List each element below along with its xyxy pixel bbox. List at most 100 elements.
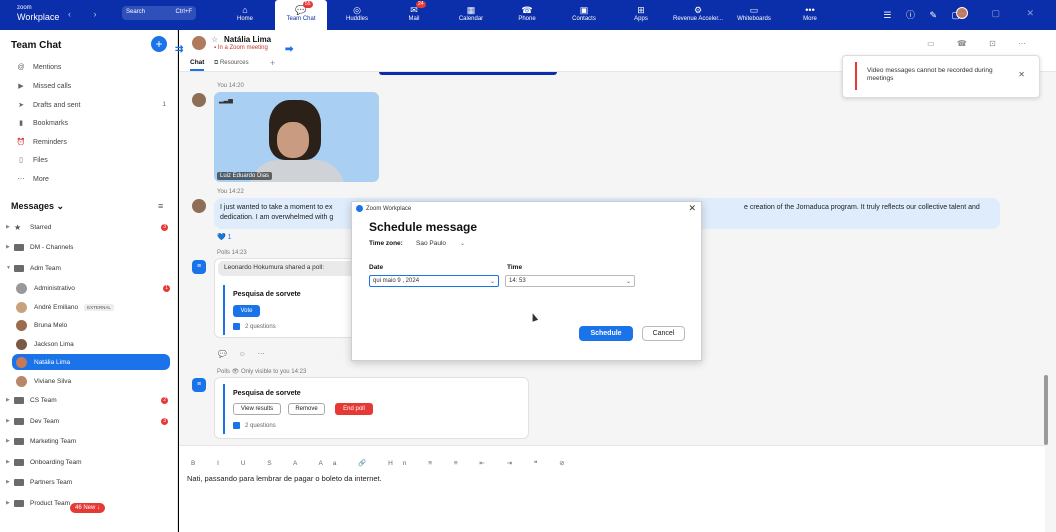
sidebar-item-icon: ➤ [18, 102, 24, 109]
timezone-select[interactable]: Sao Paulo [416, 240, 446, 247]
nav-label: More [803, 16, 817, 22]
nav-tab-contacts[interactable]: ▣ Contacts [558, 0, 610, 30]
sidebar-item-label: Bookmarks [33, 119, 69, 127]
person-label: Viviane Silva [34, 377, 72, 385]
logo-big: Workplace [17, 12, 60, 22]
nav-tab-calendar[interactable]: ▦ Calendar [445, 0, 497, 30]
avatar[interactable] [192, 93, 206, 107]
nav-tab-apps[interactable]: ⊞ Apps [615, 0, 667, 30]
schedule-button[interactable]: Schedule [579, 326, 633, 341]
reaction-badge[interactable]: 💙 1 [217, 233, 232, 241]
nav-tab-mail[interactable]: ✉ Mail 24 [388, 0, 440, 30]
caret-icon: ▶ [6, 397, 10, 403]
tree-item-onboarding-team[interactable]: ▶ Onboarding Team [6, 455, 168, 469]
avatar [16, 319, 27, 331]
person-administrativo[interactable]: Administrativo 1 [12, 280, 170, 296]
date-picker[interactable]: qui maio 9 , 2024 ⌄ [369, 275, 499, 287]
sidebar-item-more[interactable]: ⋯ More [16, 175, 166, 184]
star-icon[interactable]: ☆ [211, 35, 218, 44]
poll-icon: ≡ [192, 378, 206, 392]
poll-accent-bar [223, 285, 225, 335]
nav-tab-whiteboards[interactable]: ▭ Whiteboards [728, 0, 780, 30]
sidebar-item-files[interactable]: ▯ Files [16, 156, 166, 165]
sidebar-item-missed-calls[interactable]: ▶ Missed calls [16, 82, 166, 91]
end-poll-button[interactable]: End poll [335, 403, 373, 415]
top-bar: zoom Workplace ‹ › Search Ctrl+F ⌂ Home 💬 T… [0, 0, 1056, 30]
cancel-button[interactable]: Cancel [642, 326, 685, 341]
close-icon[interactable]: ✕ [688, 203, 696, 214]
add-tab-button[interactable]: + [270, 58, 275, 68]
folder-icon [14, 499, 24, 507]
nav-icon: ✉ [410, 5, 418, 15]
video-message[interactable]: ▂▃▅ Luiz Eduardo Dias [214, 92, 379, 182]
new-messages-pill[interactable]: 46 New ↓ [70, 503, 106, 513]
tab-resources[interactable]: ⧉ Resources [214, 60, 249, 67]
nav-tab-huddles[interactable]: ◎ Huddles [331, 0, 383, 30]
nav-badge: 24 [416, 1, 426, 8]
nav-icon: ⊞ [637, 5, 645, 15]
tree-item-adm-team[interactable]: ▼ Adm Team [6, 261, 168, 275]
nav-tab-more[interactable]: ••• More [784, 0, 836, 30]
new-chat-button[interactable]: + [151, 36, 167, 52]
caret-icon: ▶ [6, 418, 10, 424]
tree-item-dev-team[interactable]: ▶ Dev Team 3 [6, 414, 168, 428]
nav-label: Whiteboards [737, 16, 771, 22]
error-toast: Video messages cannot be recorded during… [842, 55, 1040, 98]
time-picker[interactable]: 14: 53 ⌄ [505, 275, 635, 287]
format-toolbar[interactable]: B I U S A Aa 🔗 Hn ≡ ≡ ⇤ ⇥ ❝ ⊘ [191, 459, 575, 467]
messages-header[interactable]: Messages ⌄ [11, 201, 64, 212]
person-andr-emiliano[interactable]: André Emiliano EXTERNAL [12, 299, 170, 315]
dialog-titlebar: Zoom Workplace ✕ [352, 202, 701, 215]
person-viviane-silva[interactable]: Viviane Silva [12, 373, 170, 389]
contact-avatar[interactable] [192, 36, 206, 50]
tree-item-starred[interactable]: ▶ ★ Starred 3 [6, 220, 168, 234]
remove-button[interactable]: Remove [288, 403, 325, 415]
nav-icon: ⌂ [242, 5, 248, 15]
tree-item-dm-channels[interactable]: ▶ DM - Channels [6, 240, 168, 254]
person-jackson-lima[interactable]: Jackson Lima [12, 336, 170, 352]
header-action-icons[interactable]: ▭ ☎ ⊡ ⋯ [927, 39, 1036, 48]
filter-icon[interactable]: ≡ [158, 201, 163, 211]
arrow-annotation-icon: ⇉ [175, 44, 184, 55]
tree-item-marketing-team[interactable]: ▶ Marketing Team [6, 434, 168, 448]
question-icon [233, 422, 240, 429]
message-actions[interactable]: 💬 ☺ ⋯ [218, 350, 270, 358]
person-bruna-melo[interactable]: Bruna Melo [12, 317, 170, 333]
nav-label: Revenue Acceler... [672, 16, 724, 22]
caret-icon: ▶ [6, 224, 10, 230]
sidebar-item-drafts-and-sent[interactable]: ➤ Drafts and sent 1 [16, 101, 166, 110]
nav-icon: ⚙ [693, 5, 703, 15]
nav-arrows[interactable]: ‹ › [68, 9, 107, 19]
tab-chat[interactable]: Chat [190, 59, 205, 71]
questions-label: 2 questions [245, 422, 276, 429]
chat-scrollbar[interactable] [1044, 375, 1048, 445]
search-box[interactable]: Search Ctrl+F [122, 6, 196, 20]
caret-icon: ▶ [6, 244, 10, 250]
message-time: You 14:20 [217, 83, 244, 89]
message-time: Polls 14:23 [217, 250, 247, 256]
close-icon[interactable]: ✕ [1018, 70, 1025, 79]
contact-name[interactable]: Natália Lima [224, 35, 271, 44]
view-results-button[interactable]: View results [233, 403, 281, 415]
nav-tab-phone[interactable]: ☎ Phone [501, 0, 553, 30]
tree-item-cs-team[interactable]: ▶ CS Team 2 [6, 393, 168, 407]
tree-item-partners-team[interactable]: ▶ Partners Team [6, 475, 168, 489]
vote-button[interactable]: Vote [233, 305, 260, 317]
nav-label: Calendar [458, 16, 484, 22]
avatar[interactable] [192, 199, 206, 213]
folder-icon [14, 417, 24, 425]
nav-tab-revenue-acceler[interactable]: ⚙ Revenue Acceler... [672, 0, 724, 30]
unread-badge: 2 [161, 396, 168, 404]
sidebar-item-reminders[interactable]: ⏰ Reminders [16, 138, 166, 147]
folder-icon [14, 396, 24, 404]
chevron-down-icon[interactable]: ⌄ [460, 240, 465, 247]
person-nat-lia-lima[interactable]: Natália Lima [12, 354, 170, 370]
composer-input[interactable]: Nati, passando para lembrar de pagar o b… [187, 474, 382, 483]
sidebar-item-bookmarks[interactable]: ▮ Bookmarks [16, 119, 166, 128]
top-action-icons[interactable]: ☰ ⓘ ✎ ▢ [883, 8, 966, 21]
folder-icon [14, 478, 24, 486]
nav-tab-team-chat[interactable]: 💬 Team Chat 55 [275, 0, 327, 30]
nav-tab-home[interactable]: ⌂ Home [219, 0, 271, 30]
sidebar-item-mentions[interactable]: @ Mentions [16, 64, 166, 71]
window-controls[interactable]: — ▢ ✕ [956, 8, 1046, 19]
